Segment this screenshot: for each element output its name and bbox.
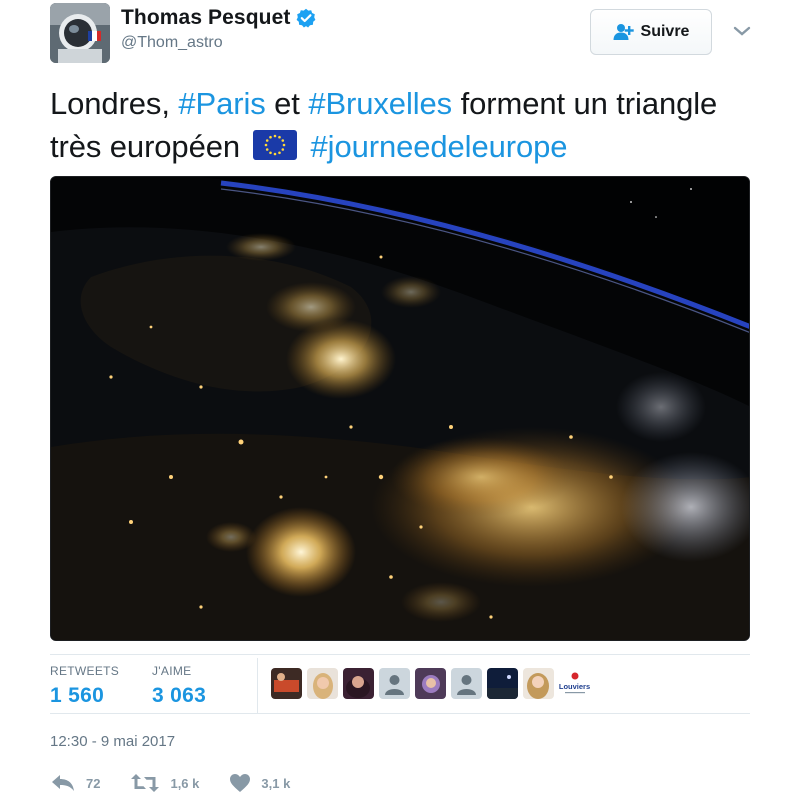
tweet-timestamp[interactable]: 12:30 - 9 mai 2017 xyxy=(50,733,175,750)
likes-stat[interactable]: J'AIME 3 063 xyxy=(152,664,206,708)
default-avatar-icon[interactable] xyxy=(379,668,410,699)
hashtag-paris[interactable]: #Paris xyxy=(178,86,265,121)
reply-button[interactable]: 72 xyxy=(50,773,100,793)
liker-avatar[interactable] xyxy=(343,668,374,699)
author-avatar[interactable] xyxy=(50,3,110,63)
verified-badge-icon xyxy=(296,8,316,28)
reply-icon xyxy=(50,773,76,793)
chevron-down-icon[interactable] xyxy=(733,24,751,38)
liker-avatar[interactable] xyxy=(307,668,338,699)
svg-text:Louviers: Louviers xyxy=(559,682,590,691)
liker-avatar[interactable] xyxy=(487,668,518,699)
retweets-stat[interactable]: RETWEETS 1 560 xyxy=(50,664,119,708)
likes-count: 3 063 xyxy=(152,684,207,707)
liker-logo-louviers[interactable]: Louviers xyxy=(559,668,590,699)
follow-label: Suivre xyxy=(640,23,690,40)
liker-avatar[interactable] xyxy=(271,668,302,699)
tweet-header: Thomas Pesquet @Thom_astro Suivre xyxy=(50,3,760,65)
author-info: Thomas Pesquet @Thom_astro xyxy=(121,6,316,52)
tweet-text-segment: Londres, xyxy=(50,86,179,121)
tweet-text: Londres, #Paris et #Bruxelles forment un… xyxy=(50,82,750,168)
likes-label: J'AIME xyxy=(152,664,192,678)
divider xyxy=(50,654,750,655)
author-handle[interactable]: @Thom_astro xyxy=(121,34,316,52)
author-name[interactable]: Thomas Pesquet xyxy=(121,6,290,30)
reply-count: 72 xyxy=(86,775,101,791)
tweet-actions: 72 1,6 k 3,1 k xyxy=(50,770,320,796)
heart-icon xyxy=(229,773,251,793)
like-button[interactable]: 3,1 k xyxy=(229,773,290,793)
like-count: 3,1 k xyxy=(261,775,291,791)
retweets-label: RETWEETS xyxy=(50,664,120,678)
retweet-icon xyxy=(130,773,160,793)
liker-avatar[interactable] xyxy=(523,668,554,699)
retweet-button[interactable]: 1,6 k xyxy=(130,773,199,793)
divider xyxy=(50,713,750,714)
retweets-count: 1 560 xyxy=(50,684,105,707)
add-user-icon xyxy=(613,23,635,41)
retweet-count: 1,6 k xyxy=(170,775,200,791)
follow-button[interactable]: Suivre xyxy=(590,9,712,55)
stats-separator xyxy=(257,658,258,714)
liker-avatar[interactable] xyxy=(415,668,446,699)
liker-avatars: Louviers xyxy=(271,668,590,699)
tweet-stats: RETWEETS 1 560 J'AIME 3 063 Louviers xyxy=(50,658,750,714)
hashtag-journeedeleurope[interactable]: #journeedeleurope xyxy=(311,129,568,164)
default-avatar-icon[interactable] xyxy=(451,668,482,699)
hashtag-bruxelles[interactable]: #Bruxelles xyxy=(308,86,452,121)
tweet-text-segment: et xyxy=(265,86,309,121)
eu-flag-icon xyxy=(252,128,297,160)
tweet-photo[interactable] xyxy=(50,176,750,641)
